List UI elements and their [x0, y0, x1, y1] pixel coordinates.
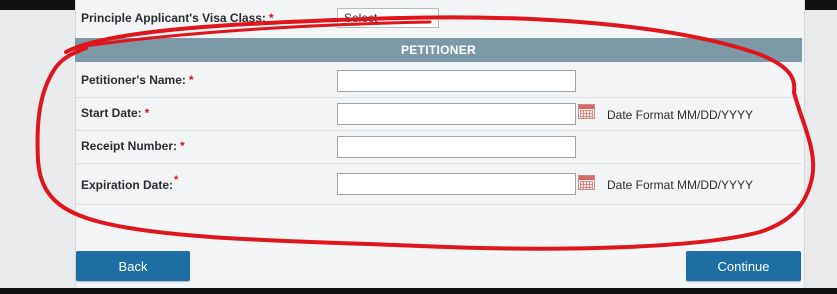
calendar-icon[interactable] — [578, 175, 595, 190]
start-date-label: Start Date: * — [81, 106, 150, 120]
expiration-date-input[interactable] — [337, 173, 576, 195]
row-divider — [76, 204, 802, 205]
petitioner-name-label: Petitioner's Name: * — [81, 73, 194, 87]
section-header-petitioner: PETITIONER — [75, 38, 802, 62]
expiration-date-format-hint: Date Format MM/DD/YYYY — [607, 178, 754, 192]
visa-class-select[interactable]: Select — [337, 8, 439, 28]
start-date-format-hint: Date Format MM/DD/YYYY — [607, 108, 754, 122]
back-button[interactable]: Back — [76, 251, 190, 281]
bottom-border — [0, 288, 837, 294]
continue-button[interactable]: Continue — [686, 251, 801, 281]
petitioner-name-input[interactable] — [337, 70, 576, 92]
receipt-number-input[interactable] — [337, 136, 576, 158]
row-divider — [76, 97, 802, 98]
visa-class-label: Principle Applicant's Visa Class: * — [81, 11, 274, 25]
calendar-icon[interactable] — [578, 104, 595, 119]
expiration-date-label: Expiration Date:* — [81, 174, 179, 192]
row-divider — [76, 163, 802, 164]
start-date-input[interactable] — [337, 103, 576, 125]
row-divider — [76, 130, 802, 131]
receipt-number-label: Receipt Number: * — [81, 139, 185, 153]
